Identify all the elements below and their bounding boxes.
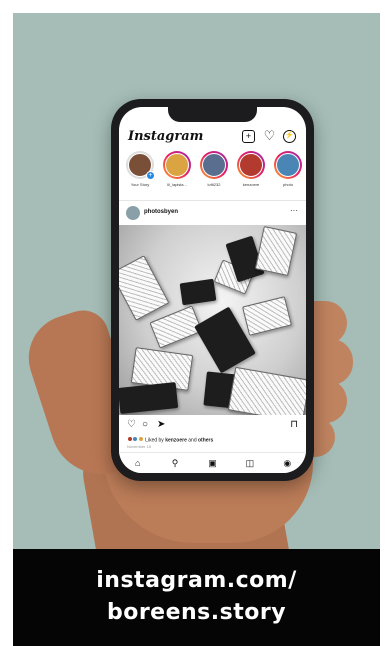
stories-tray: + Your Story lil_lapisla... lofti232 ken… (119, 151, 306, 197)
phone-notch (168, 107, 257, 122)
avatar (165, 153, 189, 177)
search-icon[interactable]: ⚲ (168, 458, 182, 469)
like-icon[interactable]: ♡ (127, 419, 136, 431)
profile-icon[interactable]: ◉ (280, 458, 294, 469)
playing-card (254, 225, 298, 277)
story-label: lofti232 (207, 182, 221, 187)
story-item[interactable]: photo (274, 151, 302, 197)
app-header: Instagram + ♡ ⚡ (119, 127, 306, 147)
post-username[interactable]: photosbyen (144, 209, 178, 215)
likes-user[interactable]: kenzoere (165, 437, 187, 443)
add-story-icon[interactable]: + (146, 171, 155, 180)
story-label: lil_lapisla... (167, 182, 187, 187)
avatar (137, 436, 144, 442)
story-item[interactable]: lil_lapisla... (163, 151, 191, 197)
reels-icon[interactable]: ▣ (205, 458, 219, 469)
playing-card (227, 366, 306, 415)
post-image[interactable] (119, 225, 306, 415)
story-item[interactable]: + Your Story (126, 151, 155, 197)
avatar[interactable] (126, 206, 140, 220)
add-post-icon[interactable]: + (242, 130, 255, 143)
caption-line: instagram.com/ (96, 568, 297, 593)
phone-screen: Instagram + ♡ ⚡ + Your Story lil_lapisla… (119, 107, 306, 473)
playing-card (119, 255, 170, 321)
instagram-logo: Instagram (128, 129, 204, 144)
story-ring (163, 151, 191, 179)
caption-line: boreens.story (106, 600, 287, 625)
more-options-icon[interactable]: ··· (290, 206, 298, 215)
story-label: photo (282, 182, 293, 187)
avatar (276, 153, 300, 177)
playing-card (119, 382, 179, 414)
bottom-tabbar: ⌂ ⚲ ▣ ◫ ◉ (119, 452, 306, 473)
avatar (202, 153, 226, 177)
story-ring (200, 151, 228, 179)
post-header: photosbyen ··· (119, 203, 306, 223)
share-icon[interactable]: ➤ (157, 419, 165, 431)
playing-card (242, 296, 292, 336)
caption-banner: instagram.com/ boreens.story (13, 549, 380, 646)
story-label: Your Story (130, 182, 150, 187)
shop-icon[interactable]: ◫ (243, 458, 257, 469)
story-item[interactable]: kenzoere (237, 151, 265, 197)
story-label: kenzoere (242, 182, 260, 187)
story-item[interactable]: lofti232 (200, 151, 228, 197)
post-actions: ♡ ○ ➤ ⊓ (119, 418, 306, 434)
phone-device: Instagram + ♡ ⚡ + Your Story lil_lapisla… (111, 99, 314, 481)
bookmark-icon[interactable]: ⊓ (290, 419, 298, 431)
likes-and: and (186, 437, 198, 444)
story-ring (274, 151, 302, 179)
story-ring: + (126, 151, 155, 180)
comment-icon[interactable]: ○ (142, 419, 148, 431)
playing-card (179, 278, 217, 306)
post-date: November 15 (127, 444, 152, 449)
story-ring (237, 151, 265, 179)
divider (119, 200, 306, 201)
messenger-icon[interactable]: ⚡ (283, 130, 296, 143)
heart-icon[interactable]: ♡ (263, 129, 276, 143)
home-icon[interactable]: ⌂ (131, 458, 145, 468)
avatar (239, 153, 263, 177)
likes-summary[interactable]: Liked by kenzoere and others (127, 436, 213, 444)
liker-avatars (127, 436, 144, 444)
likes-prefix: Liked by (145, 437, 166, 444)
likes-others[interactable]: others (198, 437, 213, 443)
